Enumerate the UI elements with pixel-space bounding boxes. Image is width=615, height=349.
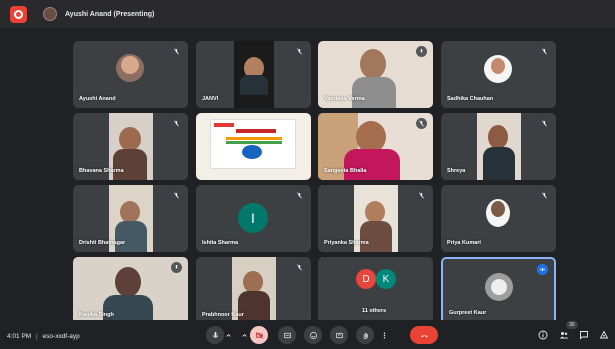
participant-name: Kanika Singh — [79, 312, 114, 318]
present-button[interactable] — [330, 326, 348, 344]
camera-options-chevron-icon[interactable] — [238, 326, 250, 344]
participant-tile-kanika-singh[interactable]: Kanika Singh — [73, 257, 188, 324]
mic-off-icon — [294, 190, 305, 201]
speaking-indicator-icon — [537, 264, 548, 275]
participant-name: JANVI — [202, 96, 219, 102]
participant-tile-bhavana-sharma[interactable]: Bhavana Sharma — [73, 113, 188, 180]
presenter-avatar — [43, 7, 57, 21]
participant-name: Priya Kumari — [447, 240, 481, 246]
mic-off-icon — [294, 262, 305, 273]
presenter-label: Ayushi Anand (Presenting) — [65, 10, 155, 18]
leave-call-button[interactable] — [410, 326, 438, 344]
separator: | — [36, 333, 38, 340]
avatar: I — [238, 203, 268, 233]
participant-tile-ishita-sharma[interactable]: I Ishita Sharma — [196, 185, 311, 252]
participant-name: Ishita Sharma — [202, 240, 239, 246]
mic-button[interactable] — [206, 326, 224, 344]
mic-off-icon — [294, 46, 305, 57]
participant-tile-priyanka-sharma[interactable]: Priyanka Sharma — [318, 185, 433, 252]
captions-button[interactable] — [278, 326, 296, 344]
clock-time: 4:01 PM — [7, 333, 32, 340]
mic-off-icon — [416, 118, 427, 129]
participant-tile-others[interactable]: D K 11 others — [318, 257, 433, 324]
participant-name: Shreya — [447, 168, 466, 174]
participant-name: Bhavana Sharma — [79, 168, 124, 174]
activities-icon[interactable] — [596, 327, 612, 343]
participant-tile-priya-kumari[interactable]: Priya Kumari — [441, 185, 556, 252]
mic-off-icon — [539, 118, 550, 129]
info-icon[interactable] — [535, 327, 551, 343]
meeting-code: eso-xxdf-ayp — [42, 333, 80, 340]
participant-tile-drishti-bhatnagar[interactable]: Drishti Bhatnagar — [73, 185, 188, 252]
mic-off-icon — [416, 190, 427, 201]
participant-name: 11 others — [362, 308, 387, 314]
mic-off-icon — [171, 190, 182, 201]
mic-off-icon — [539, 190, 550, 201]
emoji-button[interactable] — [304, 326, 322, 344]
participant-name: Priyanka Sharma — [324, 240, 369, 246]
chat-icon[interactable] — [576, 327, 592, 343]
meeting-info: 4:01 PM | eso-xxdf-ayp — [7, 333, 80, 340]
participant-tile-sadhika-chauhan[interactable]: Sadhika Chauhan — [441, 41, 556, 108]
participant-name: Sadhika Chauhan — [447, 96, 494, 102]
participant-tile-sangeeta-bhalla[interactable]: Sangeeta Bhalla — [318, 113, 433, 180]
raise-hand-button[interactable] — [356, 326, 374, 344]
participant-tile-prabhnoor-kaur[interactable]: Prabhnoor Kaur — [196, 257, 311, 324]
participant-tile-ayushi-anand[interactable]: Ayushi Anand — [73, 41, 188, 108]
mic-icon — [416, 46, 427, 57]
participant-name: Drishti Bhatnagar — [79, 240, 126, 246]
participant-name: Sangeeta Bhalla — [324, 168, 367, 174]
mic-off-icon — [171, 46, 182, 57]
more-options-icon[interactable] — [378, 326, 390, 344]
participant-name: Prabhnoor Kaur — [202, 312, 244, 318]
participant-tile-shreya[interactable]: Shreya — [441, 113, 556, 180]
participant-name: Ayushi Anand — [79, 96, 116, 102]
presentation-bar: Ayushi Anand (Presenting) — [0, 0, 615, 28]
avatar: D — [356, 269, 376, 289]
participant-tile-vandana-verma[interactable]: Vandana Verma — [318, 41, 433, 108]
mic-off-icon — [171, 118, 182, 129]
avatar: K — [376, 269, 396, 289]
participant-tile-gurpreet-kaur[interactable]: Gurpreet Kaur — [441, 257, 556, 324]
participant-name: Gurpreet Kaur — [449, 310, 487, 316]
camera-off-button[interactable] — [250, 326, 268, 344]
stop-presenting-button[interactable] — [10, 5, 27, 23]
participant-name: Vandana Verma — [324, 96, 365, 102]
mic-icon — [171, 262, 182, 273]
presentation-tile[interactable] — [196, 113, 311, 180]
mic-off-icon — [539, 46, 550, 57]
people-icon[interactable] — [556, 327, 572, 343]
participant-tile-janvi[interactable]: JANVI — [196, 41, 311, 108]
